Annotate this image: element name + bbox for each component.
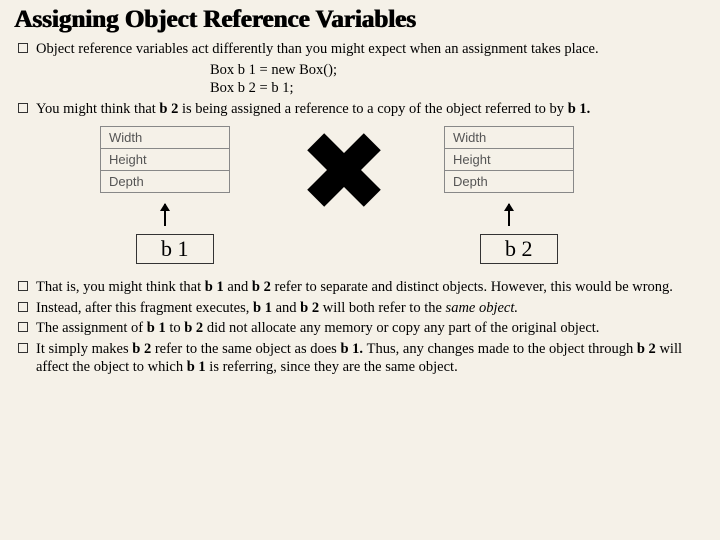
code-line: Box b 1 = new Box(); <box>210 61 706 80</box>
text-bold: b 1. <box>340 341 366 357</box>
text-bold: b 1. <box>568 101 591 117</box>
text-bold: b 1 <box>253 300 272 316</box>
text-bold: b 2 <box>300 300 319 316</box>
arrow-icon <box>164 204 166 226</box>
table-cell: Width <box>445 127 574 149</box>
cross-icon <box>304 130 384 210</box>
bullet-list-top: Object reference variables act different… <box>14 40 706 59</box>
text-bold: b 1 <box>147 320 166 336</box>
text-run: refer to separate and distinct objects. … <box>271 279 673 295</box>
text-bold: b 2 <box>184 320 203 336</box>
bullet-item: That is, you might think that b 1 and b … <box>14 278 706 297</box>
text-run: and <box>224 279 252 295</box>
object-table-left: Width Height Depth <box>100 126 230 193</box>
text-bold: b 1 <box>205 279 224 295</box>
code-line: Box b 2 = b 1; <box>210 79 706 98</box>
text-run: refer to the same object as does <box>151 341 340 357</box>
table-cell: Depth <box>101 171 230 193</box>
bullet-item: The assignment of b 1 to b 2 did not all… <box>14 319 706 338</box>
text-run: The assignment of <box>36 320 147 336</box>
slide: Assigning Object Reference Variables Obj… <box>0 0 720 540</box>
text-run: did not allocate any memory or copy any … <box>203 320 511 336</box>
slide-title: Assigning Object Reference Variables <box>14 6 706 34</box>
bullet-item: Object reference variables act different… <box>14 40 706 59</box>
text-run: original <box>512 320 561 336</box>
text-run: Instead, after this fragment executes, <box>36 300 253 316</box>
arrow-icon <box>508 204 510 226</box>
text-bold: b 2 <box>159 101 178 117</box>
bullet-list-mid: You might think that b 2 is being assign… <box>14 100 706 119</box>
bullet-list-bottom: That is, you might think that b 1 and b … <box>14 278 706 377</box>
table-cell: Height <box>445 149 574 171</box>
diagram: Width Height Depth Width Height Depth b … <box>14 124 706 274</box>
text-run: to <box>166 320 185 336</box>
text-run: and <box>272 300 300 316</box>
text-bold: b 1 <box>187 359 206 375</box>
bullet-item: Instead, after this fragment executes, b… <box>14 299 706 318</box>
text-italic: same object. <box>446 300 518 316</box>
text-run: is being assigned a reference to a copy … <box>178 101 567 117</box>
text-run: will both refer to the <box>319 300 445 316</box>
table-cell: Width <box>101 127 230 149</box>
text-run: You might think that <box>36 101 159 117</box>
text-bold: b 2 <box>252 279 271 295</box>
text-run: It simply makes <box>36 341 132 357</box>
text-run: is referring, since they are the same ob… <box>206 359 458 375</box>
text-run: Thus, any changes made to the object thr… <box>367 341 637 357</box>
label-b1: b 1 <box>136 234 214 264</box>
code-block: Box b 1 = new Box(); Box b 2 = b 1; <box>210 61 706 98</box>
label-b2: b 2 <box>480 234 558 264</box>
text-bold: b 2 <box>132 341 151 357</box>
text-run: That is, you might think that <box>36 279 205 295</box>
bullet-item: You might think that b 2 is being assign… <box>14 100 706 119</box>
table-cell: Depth <box>445 171 574 193</box>
object-table-right: Width Height Depth <box>444 126 574 193</box>
bullet-item: It simply makes b 2 refer to the same ob… <box>14 340 706 377</box>
table-cell: Height <box>101 149 230 171</box>
text-bold: b 2 <box>637 341 656 357</box>
text-run: object. <box>560 320 599 336</box>
